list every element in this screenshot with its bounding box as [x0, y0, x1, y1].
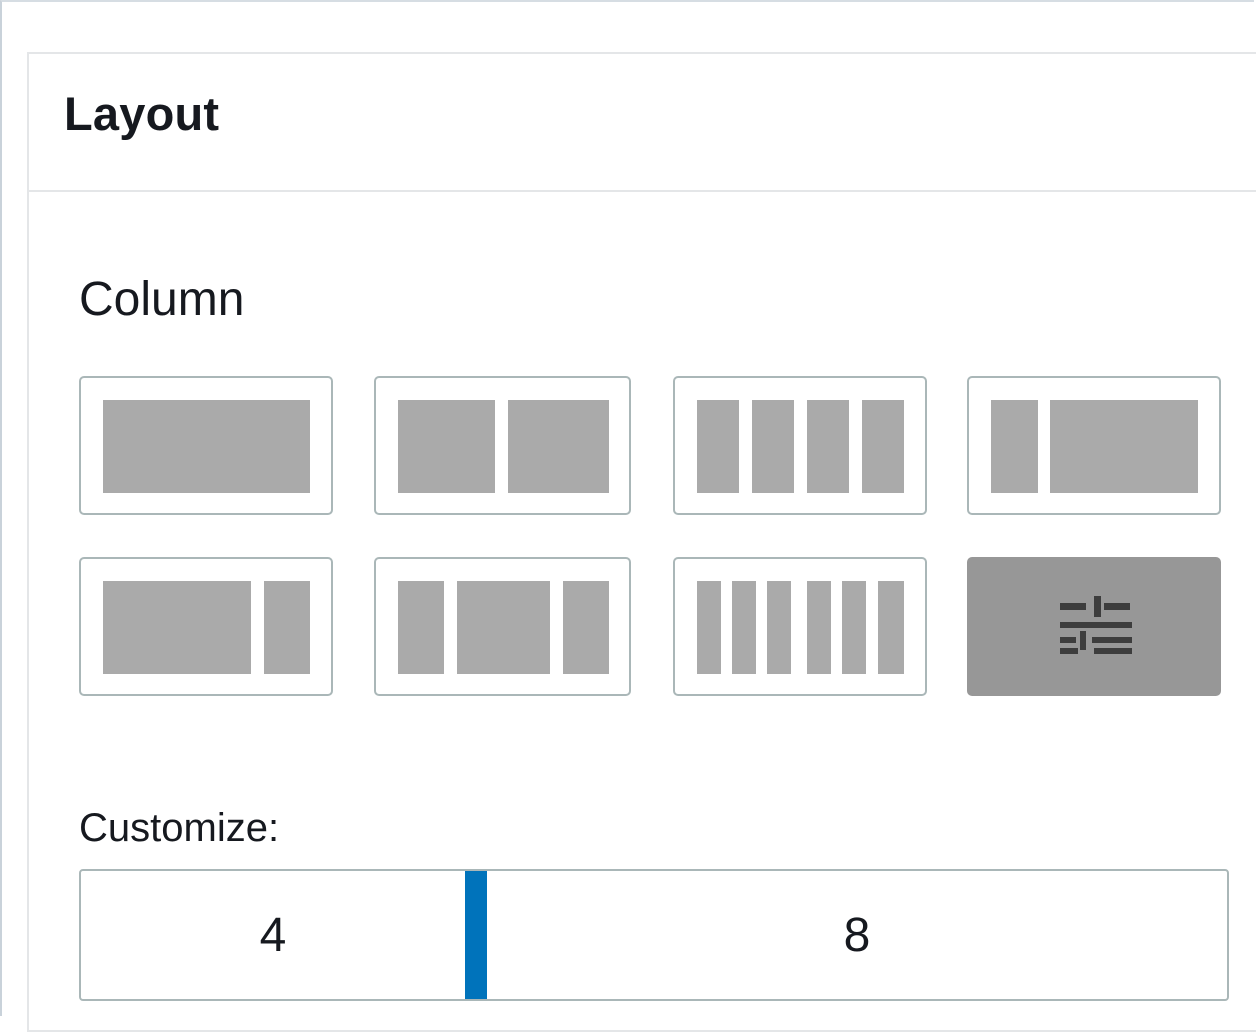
column-block [1050, 400, 1198, 493]
column-block [807, 581, 831, 674]
layout-preset-6-columns[interactable] [673, 557, 927, 696]
column-width-splitter: 4 8 [79, 869, 1229, 1001]
column-block [807, 400, 849, 493]
column-block [457, 581, 550, 674]
column-block [103, 400, 310, 493]
customize-label: Customize: [79, 806, 280, 850]
sliders-icon [1060, 596, 1132, 654]
column-block [103, 581, 251, 674]
layout-preset-custom[interactable] [967, 557, 1221, 696]
column-block [697, 581, 721, 674]
column-block [508, 400, 609, 493]
column-block [398, 581, 444, 674]
column-block [991, 400, 1038, 493]
column-block [862, 400, 904, 493]
layout-preset-narrow-wide-narrow[interactable] [374, 557, 631, 696]
column-block [563, 581, 609, 674]
layout-preset-4-columns[interactable] [673, 376, 927, 515]
splitter-drag-handle[interactable] [465, 871, 487, 999]
panel-header: Layout [29, 54, 1256, 192]
left-column-width[interactable]: 4 [81, 871, 465, 999]
column-section-label: Column [79, 273, 245, 326]
column-block [264, 581, 310, 674]
column-block [842, 581, 866, 674]
column-block [878, 581, 904, 674]
panel-title: Layout [64, 87, 220, 140]
column-block [398, 400, 495, 493]
column-block [697, 400, 739, 493]
layout-preset-2-columns[interactable] [374, 376, 631, 515]
layout-preset-wide-narrow[interactable] [79, 557, 333, 696]
column-block [732, 581, 756, 674]
column-block [752, 400, 794, 493]
layout-panel: Layout Column Customize: 4 8 [27, 52, 1256, 1032]
right-column-width[interactable]: 8 [487, 871, 1227, 999]
column-block [767, 581, 791, 674]
layout-preset-1-column[interactable] [79, 376, 333, 515]
layout-preset-narrow-wide[interactable] [967, 376, 1221, 515]
